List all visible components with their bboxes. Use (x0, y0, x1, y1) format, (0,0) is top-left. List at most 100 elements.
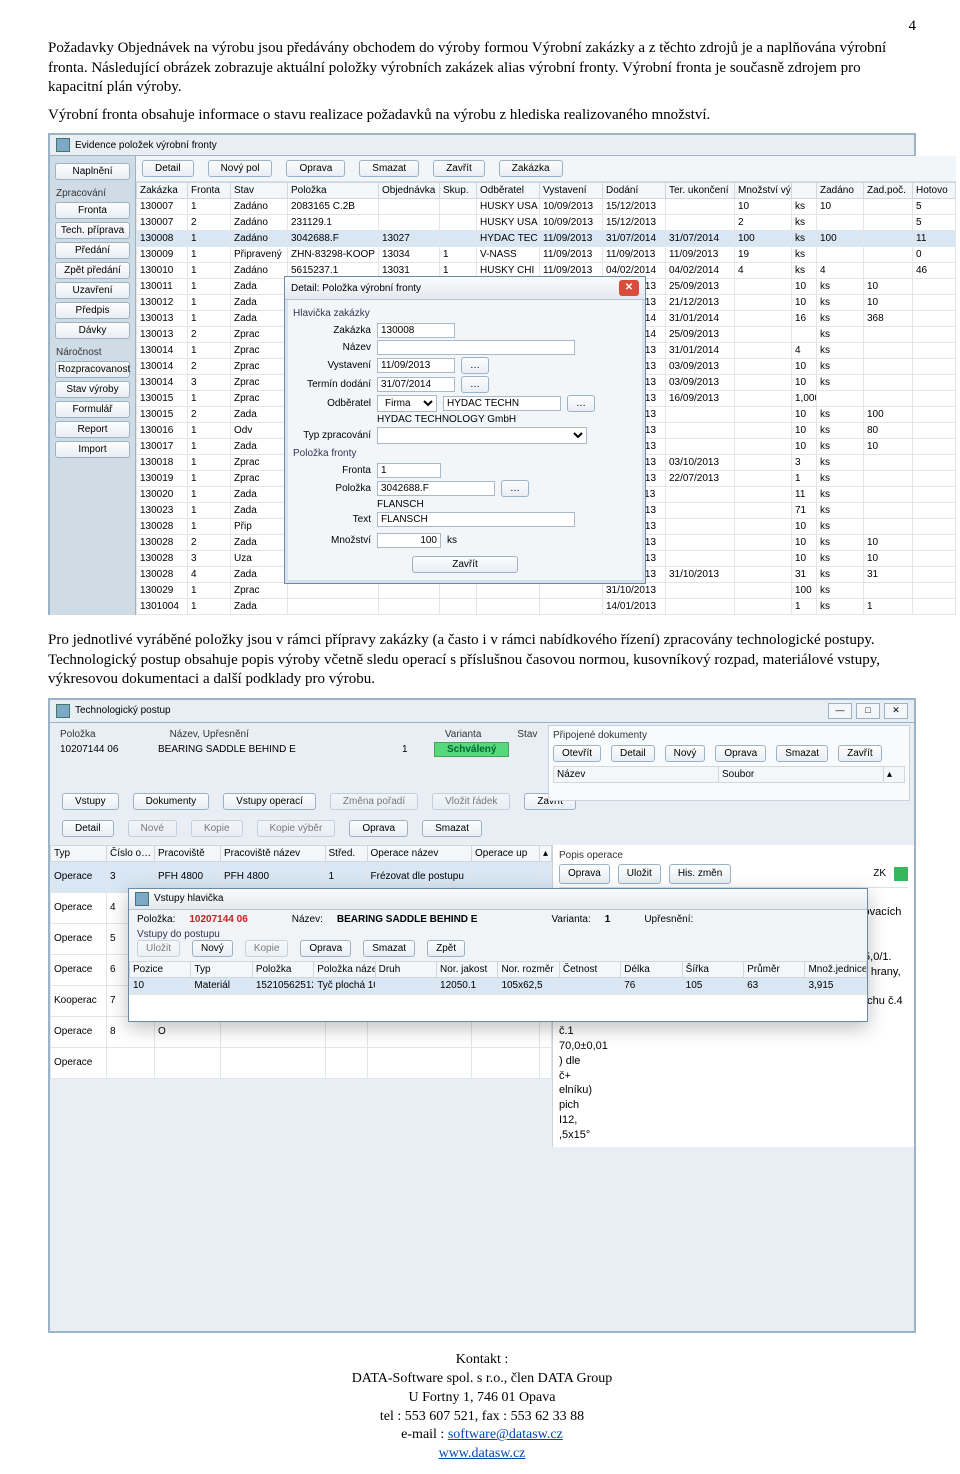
sidebar-btn[interactable]: Fronta (55, 202, 130, 219)
table-row[interactable]: 1300071Zadáno2083165 C.2BČEP PRO NITRIDA… (137, 199, 956, 215)
table-row[interactable]: Operace (51, 1047, 552, 1078)
mnozstvi-input[interactable] (377, 533, 441, 548)
toolbar-button[interactable]: Detail (142, 160, 194, 177)
sidebar-btn[interactable]: Naplnění (55, 163, 130, 180)
col-header[interactable]: Hotovo (913, 183, 956, 199)
col-header[interactable]: Fronta (188, 183, 231, 199)
bar2-button[interactable]: Kopie (191, 820, 243, 837)
col-header[interactable]: Pozice (130, 961, 191, 977)
col-header[interactable]: Střed. (325, 845, 367, 861)
bar2-button[interactable]: Detail (62, 820, 114, 837)
toolbar-button[interactable]: Zakázka (499, 160, 563, 177)
sub-button[interactable]: Kopie (245, 940, 289, 957)
col-header[interactable]: Nor. jakost (437, 961, 498, 977)
col-header[interactable]: Množ.jednice (805, 961, 867, 977)
col-header[interactable]: Typ (51, 845, 107, 861)
attach-button[interactable]: Zavřít (838, 745, 882, 762)
table-row[interactable]: 1300291Zprac31/10/2013100ks0 (137, 583, 956, 599)
zakazka-input[interactable] (377, 323, 455, 338)
close-icon[interactable]: ✕ (619, 280, 639, 296)
col-header[interactable]: Průměr (744, 961, 805, 977)
bar2-button[interactable]: Smazat (422, 820, 482, 837)
footer-email-link[interactable]: software@datasw.cz (448, 1427, 563, 1442)
text-input[interactable] (377, 512, 575, 527)
bar1-button[interactable]: Vstupy (62, 793, 119, 810)
attach-button[interactable]: Oprava (715, 745, 766, 762)
col-header[interactable]: Délka (621, 961, 682, 977)
maximize-icon[interactable]: □ (856, 703, 880, 719)
col-header[interactable]: Dodání (603, 183, 666, 199)
col-header[interactable]: Položka (288, 183, 379, 199)
sidebar-btn[interactable]: Uzavření (55, 282, 130, 299)
popis-button[interactable]: Oprava (559, 864, 610, 884)
col-header[interactable] (792, 183, 817, 199)
close-button[interactable]: Zavřít (412, 556, 518, 573)
vystaveni-input[interactable] (377, 358, 455, 373)
attach-button[interactable]: Otevřít (553, 745, 601, 762)
col-header[interactable]: Zad.poč. (864, 183, 913, 199)
col-header[interactable]: Položka (252, 961, 313, 977)
bar2-button[interactable]: Oprava (349, 820, 408, 837)
sub-button[interactable]: Uložit (137, 940, 180, 957)
minimize-icon[interactable]: — (828, 703, 852, 719)
toolbar-button[interactable]: Smazat (359, 160, 419, 177)
sidebar-btn[interactable]: Report (55, 421, 130, 438)
sub-button[interactable]: Nový (192, 940, 233, 957)
toolbar-button[interactable]: Nový pol (208, 160, 273, 177)
sidebar-btn[interactable]: Tech. příprava (55, 222, 130, 239)
table-row[interactable]: 13010041Zada14/01/20131ks110 (137, 599, 956, 615)
col-header[interactable]: Soubor (719, 766, 884, 782)
col-header[interactable]: Vystavení (540, 183, 603, 199)
bar2-button[interactable]: Nové (128, 820, 177, 837)
table-row[interactable]: 1300091PřipravenýZHN-83298-KOOPPOUZDRO13… (137, 247, 956, 263)
fronta-input[interactable] (377, 463, 441, 478)
sidebar-btn[interactable]: Stav výroby (55, 381, 130, 398)
toolbar-button[interactable]: Oprava (286, 160, 345, 177)
sub-button[interactable]: Smazat (363, 940, 415, 957)
footer-web-link[interactable]: www.datasw.cz (439, 1446, 526, 1461)
col-header[interactable]: Skup. (440, 183, 477, 199)
lookup-button[interactable]: … (567, 395, 595, 412)
col-header[interactable]: Typ (191, 961, 252, 977)
col-header[interactable]: Odběratel (477, 183, 540, 199)
col-header[interactable]: Položka název (314, 961, 375, 977)
lookup-button[interactable]: … (501, 480, 529, 497)
bar1-button[interactable]: Vložit řádek (432, 793, 510, 810)
col-header[interactable]: Množství výr. (735, 183, 792, 199)
col-header[interactable]: Stav (231, 183, 288, 199)
vstupy-table[interactable]: PoziceTypPoložkaPoložka názevDruhNor. ja… (129, 961, 867, 994)
termin-input[interactable] (377, 377, 455, 392)
col-header[interactable]: Pracoviště (155, 845, 221, 861)
odberatel-input[interactable] (443, 396, 561, 411)
sub-button[interactable]: Oprava (300, 940, 351, 957)
sidebar-btn[interactable]: Formulář (55, 401, 130, 418)
scroll-up-icon[interactable]: ▴ (540, 845, 552, 861)
scroll-up-icon[interactable]: ▴ (884, 766, 905, 782)
datepicker-button[interactable]: … (461, 357, 489, 374)
col-header[interactable]: Zakázka (137, 183, 188, 199)
sidebar-btn[interactable]: Dávky (55, 322, 130, 339)
popis-button[interactable]: Uložit (618, 864, 661, 884)
sidebar-btn[interactable]: Předpis (55, 302, 130, 319)
col-header[interactable]: Druh (375, 961, 436, 977)
attach-button[interactable]: Smazat (776, 745, 828, 762)
bar1-button[interactable]: Změna pořadí (330, 793, 418, 810)
datepicker-button[interactable]: … (461, 376, 489, 393)
attach-button[interactable]: Detail (611, 745, 655, 762)
table-row[interactable]: 10Materiál1521056251205Tyč plochá 105x62… (130, 977, 867, 993)
col-header[interactable]: Zadáno (817, 183, 864, 199)
table-row[interactable]: 1300072Zadáno231129.1SUPPORT ADAPTERHUSK… (137, 215, 956, 231)
typ-zprac-select[interactable] (377, 427, 587, 444)
close-icon[interactable]: ✕ (884, 703, 908, 719)
bar1-button[interactable]: Vstupy operací (223, 793, 316, 810)
col-header[interactable]: Operace up (472, 845, 540, 861)
sub-button[interactable]: Zpět (427, 940, 465, 957)
bar1-button[interactable]: Dokumenty (133, 793, 210, 810)
col-header[interactable]: Číslo o… (107, 845, 155, 861)
sidebar-btn[interactable]: Zpět předání (55, 262, 130, 279)
polozka-input[interactable] (377, 481, 495, 496)
col-header[interactable]: Ter. ukončení (666, 183, 735, 199)
col-header[interactable]: Nor. rozměr (498, 961, 559, 977)
sidebar-btn[interactable]: Import (55, 441, 130, 458)
nazev-input[interactable] (377, 340, 575, 355)
